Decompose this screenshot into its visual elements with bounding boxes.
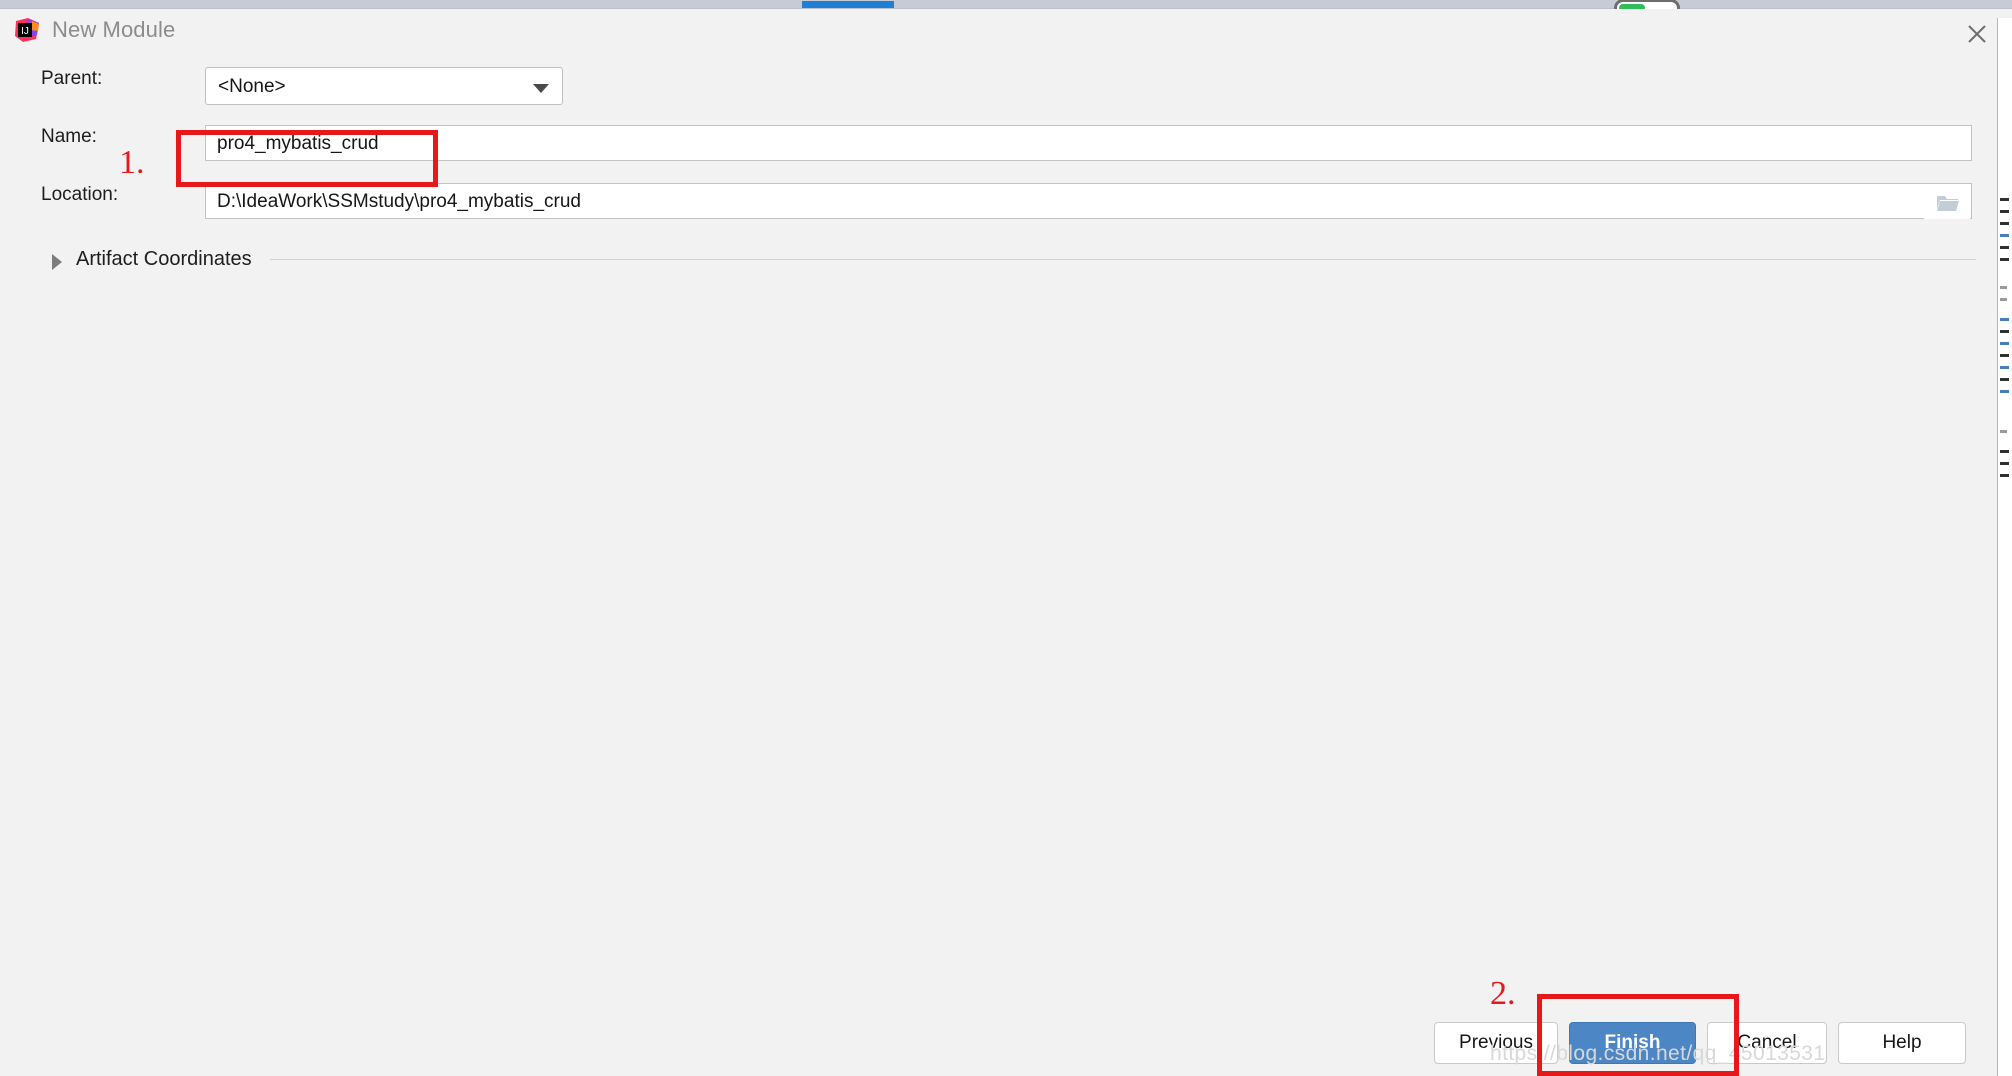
new-module-dialog-screen: IJ New Module Parent: <None> Name: pro4_…	[0, 0, 2012, 1076]
location-row: Location: D:\IdeaWork\SSMstudy\pro4_myba…	[0, 183, 2012, 227]
wizard-progress-track	[0, 0, 2012, 9]
parent-label: Parent:	[41, 68, 103, 89]
triangle-right-icon[interactable]	[52, 254, 62, 270]
wizard-progress-fill	[802, 1, 894, 8]
chevron-down-icon	[533, 84, 549, 93]
section-divider	[270, 259, 1976, 260]
name-input[interactable]: pro4_mybatis_crud	[205, 125, 1972, 161]
parent-combobox[interactable]: <None>	[205, 67, 563, 105]
location-label: Location:	[41, 184, 119, 205]
dialog-titlebar: IJ New Module	[0, 9, 2012, 57]
name-label: Name:	[41, 126, 97, 147]
sliver-divider	[1997, 18, 1998, 1076]
location-input-value: D:\IdeaWork\SSMstudy\pro4_mybatis_crud	[217, 191, 581, 212]
location-input[interactable]: D:\IdeaWork\SSMstudy\pro4_mybatis_crud	[205, 183, 1972, 219]
dialog-surface: IJ New Module Parent: <None> Name: pro4_…	[0, 9, 2012, 1076]
help-button[interactable]: Help	[1838, 1022, 1966, 1064]
name-row: Name: pro4_mybatis_crud	[0, 125, 2012, 169]
cancel-button[interactable]: Cancel	[1707, 1022, 1827, 1064]
artifact-coordinates-label: Artifact Coordinates	[76, 248, 252, 270]
background-editor-sliver	[1998, 18, 2012, 1076]
svg-text:IJ: IJ	[21, 26, 29, 37]
name-input-value: pro4_mybatis_crud	[217, 133, 379, 154]
folder-icon[interactable]	[1924, 185, 1970, 219]
finish-button[interactable]: Finish	[1569, 1022, 1696, 1064]
dialog-title: New Module	[52, 17, 176, 42]
previous-button[interactable]: Previous	[1434, 1022, 1558, 1064]
parent-combobox-value: <None>	[218, 76, 286, 97]
close-icon[interactable]	[1960, 17, 1994, 51]
dialog-footer: Previous Finish Cancel Help	[0, 1022, 2012, 1072]
intellij-idea-icon: IJ	[14, 17, 40, 43]
parent-row: Parent: <None>	[0, 67, 2012, 107]
artifact-coordinates-row[interactable]: Artifact Coordinates	[0, 245, 2012, 279]
